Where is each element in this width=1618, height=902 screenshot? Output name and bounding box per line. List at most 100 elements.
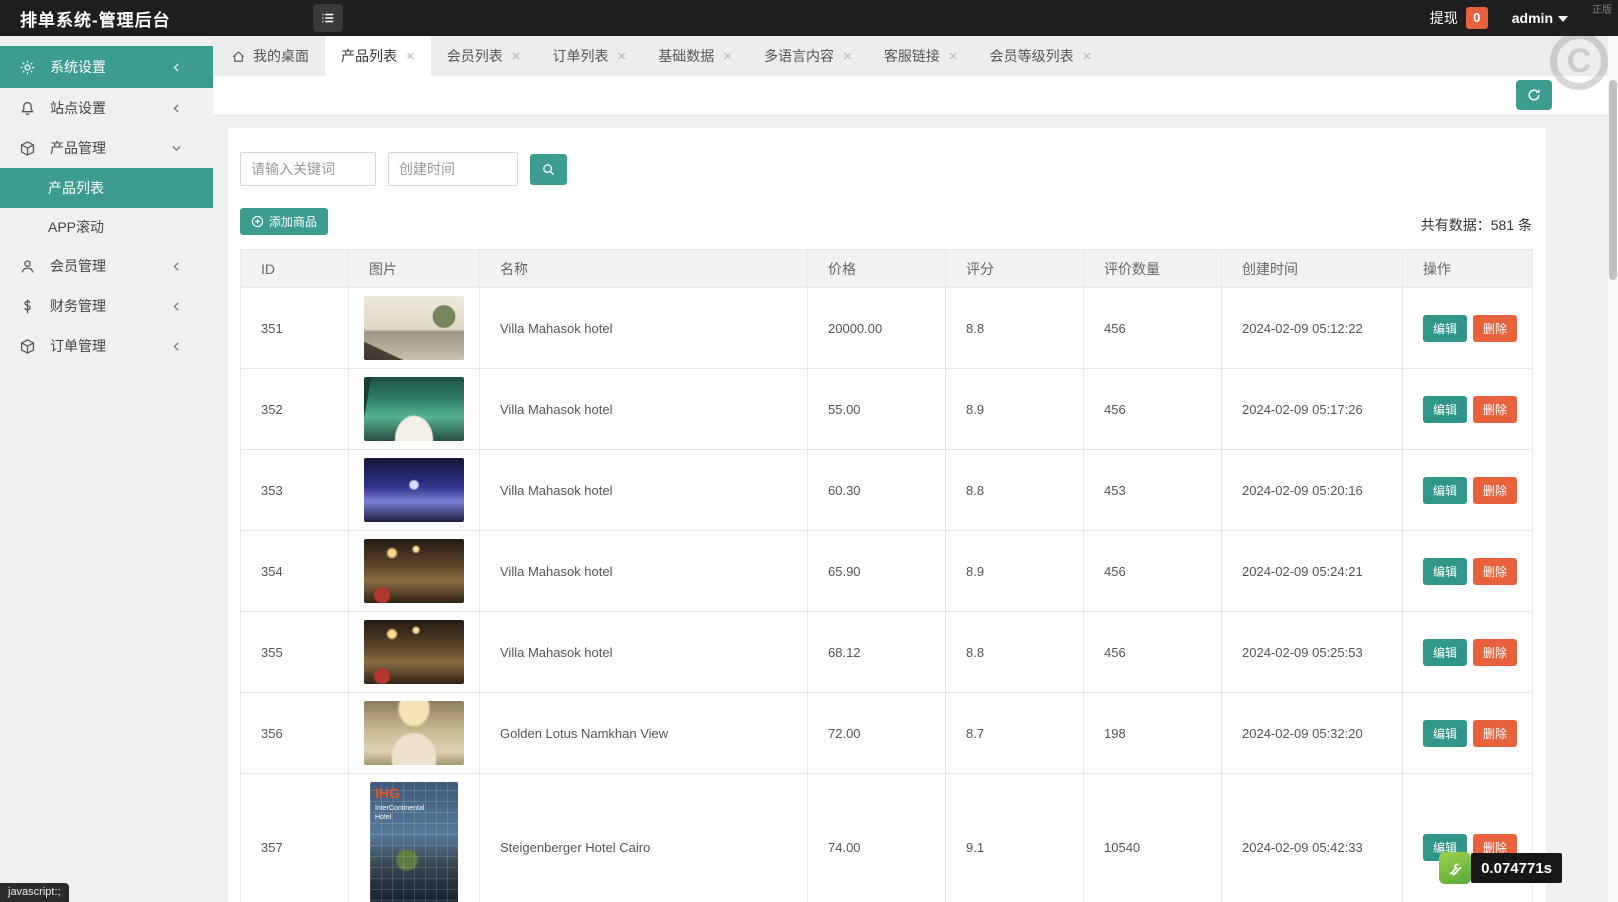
tab-6[interactable]: 客服链接×	[868, 36, 974, 76]
hotel-bedroom-photo[interactable]	[364, 296, 464, 360]
cell-actions: 编辑删除	[1403, 531, 1533, 612]
edit-button[interactable]: 编辑	[1423, 558, 1467, 585]
tab-3[interactable]: 订单列表 ×	[537, 36, 643, 76]
tab-2[interactable]: 会员列表 ×	[431, 36, 537, 76]
thinkphp-trace-icon[interactable]	[1439, 852, 1471, 884]
sidebar-subitem-2-1[interactable]: APP滚动	[0, 208, 213, 246]
user-menu[interactable]: admin	[1512, 10, 1568, 26]
tab-close-icon[interactable]: ×	[406, 48, 415, 65]
content-card: 添加商品 共有数据：581 条 ID图片名称价格评分评价数量创建时间操作 351…	[228, 128, 1546, 902]
sidebar-subitem-2-0[interactable]: 产品列表	[0, 168, 213, 208]
cell-price: 74.00	[808, 774, 946, 902]
sidebar-item-3[interactable]: 会员管理	[0, 246, 213, 286]
withdraw-link[interactable]: 提现 0	[1430, 7, 1488, 29]
withdraw-count-badge: 0	[1466, 7, 1488, 29]
hotel-building-photo[interactable]: IHGInterContinental Hotel	[370, 782, 458, 902]
sidebar-toggle-button[interactable]	[313, 4, 343, 32]
column-header: 图片	[349, 250, 480, 288]
purple-room-photo[interactable]	[364, 458, 464, 522]
cell-actions: 编辑删除	[1403, 693, 1533, 774]
cell-rating: 8.9	[946, 531, 1084, 612]
search-icon	[541, 162, 556, 177]
gear-icon	[18, 58, 36, 76]
tab-label: 订单列表	[553, 46, 609, 66]
scrollbar-thumb[interactable]	[1609, 80, 1617, 280]
browser-status-bar: javascript:;	[0, 883, 69, 902]
sidebar-item-5[interactable]: 订单管理	[0, 326, 213, 366]
cell-price: 20000.00	[808, 288, 946, 369]
refresh-button[interactable]	[1516, 80, 1552, 110]
chevron-left-icon	[169, 299, 183, 313]
cell-name: Steigenberger Hotel Cairo	[480, 774, 808, 902]
tab-7[interactable]: 会员等级列表×	[974, 36, 1108, 76]
restaurant-photo[interactable]	[364, 620, 464, 684]
edit-button[interactable]: 编辑	[1423, 315, 1467, 342]
restaurant-photo[interactable]	[364, 539, 464, 603]
delete-button[interactable]: 删除	[1473, 315, 1517, 342]
chevron-left-icon	[169, 101, 183, 115]
cell-name: Villa Mahasok hotel	[480, 531, 808, 612]
tab-label: 会员列表	[447, 46, 503, 66]
search-button[interactable]	[530, 154, 567, 185]
add-product-button[interactable]: 添加商品	[240, 208, 328, 235]
withdraw-label: 提现	[1430, 8, 1458, 28]
app-title: 排单系统-管理后台	[0, 6, 171, 31]
cell-rating: 9.1	[946, 774, 1084, 902]
cell-price: 72.00	[808, 693, 946, 774]
delete-button[interactable]: 删除	[1473, 639, 1517, 666]
cell-name: Villa Mahasok hotel	[480, 612, 808, 693]
edit-button[interactable]: 编辑	[1423, 396, 1467, 423]
sidebar-item-4[interactable]: 财务管理	[0, 286, 213, 326]
table-row: 351Villa Mahasok hotel20000.008.84562024…	[241, 288, 1533, 369]
edit-button[interactable]: 编辑	[1423, 720, 1467, 747]
cell-reviews: 453	[1084, 450, 1222, 531]
edit-button[interactable]: 编辑	[1423, 477, 1467, 504]
tab-close-icon[interactable]: ×	[618, 48, 627, 65]
cell-created: 2024-02-09 05:12:22	[1222, 288, 1403, 369]
glass-lounge-photo[interactable]	[364, 377, 464, 441]
create-time-input[interactable]	[388, 152, 518, 186]
edit-button[interactable]: 编辑	[1423, 639, 1467, 666]
plus-circle-icon	[251, 215, 264, 228]
tab-close-icon[interactable]: ×	[1083, 48, 1092, 65]
tab-4[interactable]: 基础数据×	[642, 36, 748, 76]
delete-button[interactable]: 删除	[1473, 720, 1517, 747]
toolbar-strip	[213, 76, 1618, 114]
cell-id: 357	[241, 774, 349, 902]
sidebar-item-1[interactable]: 站点设置	[0, 88, 213, 128]
sidebar-subitem-label: APP滚动	[48, 217, 104, 237]
total-count-text: 共有数据：581 条	[1421, 215, 1534, 235]
add-product-label: 添加商品	[269, 213, 317, 230]
cell-created: 2024-02-09 05:42:33	[1222, 774, 1403, 902]
cell-name: Golden Lotus Namkhan View	[480, 693, 808, 774]
sidebar-item-0[interactable]: 系统设置	[0, 46, 213, 88]
sidebar-item-label: 会员管理	[50, 256, 106, 276]
tab-1[interactable]: 产品列表×	[325, 36, 431, 76]
menu-list-icon	[320, 10, 336, 26]
cell-id: 351	[241, 288, 349, 369]
tab-close-icon[interactable]: ×	[723, 48, 732, 65]
caret-down-icon	[1558, 16, 1568, 22]
sidebar-item-2[interactable]: 产品管理	[0, 128, 213, 168]
cell-rating: 8.8	[946, 288, 1084, 369]
delete-button[interactable]: 删除	[1473, 396, 1517, 423]
keyword-input[interactable]	[240, 152, 376, 186]
cell-price: 55.00	[808, 369, 946, 450]
tab-5[interactable]: 多语言内容×	[748, 36, 868, 76]
delete-button[interactable]: 删除	[1473, 558, 1517, 585]
tab-close-icon[interactable]: ×	[512, 48, 521, 65]
tab-close-icon[interactable]: ×	[949, 48, 958, 65]
banquet-hall-photo[interactable]	[364, 701, 464, 765]
tab-desktop[interactable]: 我的桌面	[215, 36, 325, 76]
home-icon	[231, 49, 246, 64]
cell-actions: 编辑删除	[1403, 369, 1533, 450]
page-scrollbar[interactable]	[1608, 36, 1618, 902]
cell-id: 353	[241, 450, 349, 531]
cell-actions: 编辑删除	[1403, 450, 1533, 531]
cell-reviews: 10540	[1084, 774, 1222, 902]
delete-button[interactable]: 删除	[1473, 477, 1517, 504]
tab-close-icon[interactable]: ×	[843, 48, 852, 65]
cell-created: 2024-02-09 05:25:53	[1222, 612, 1403, 693]
table-row: 356Golden Lotus Namkhan View72.008.71982…	[241, 693, 1533, 774]
page-load-time: 0.074771s	[1471, 853, 1562, 883]
